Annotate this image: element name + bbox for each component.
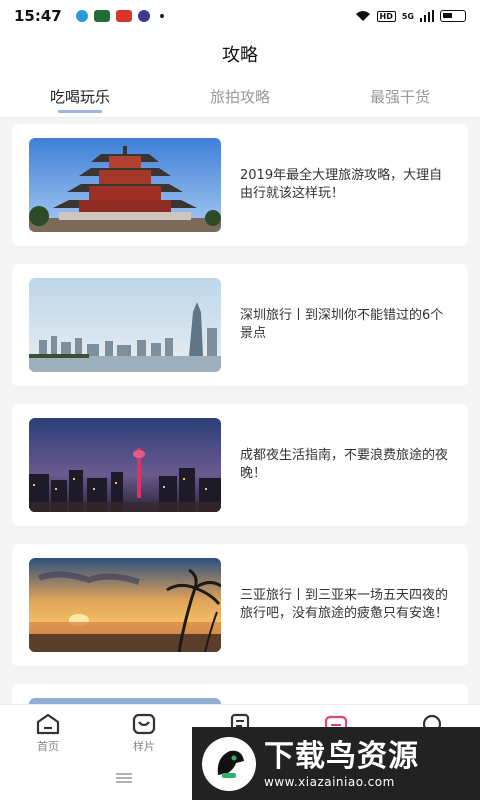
article-title: 深圳旅行丨到深圳你不能错过的6个景点 (240, 308, 444, 341)
app-notification-icon (75, 10, 88, 22)
article-card[interactable]: 三亚旅行丨到三亚来一场五天四夜的旅行吧，没有旅途的疲惫只有安逸！ (12, 544, 468, 666)
app-notification-icon (137, 10, 150, 22)
nav-home-label: 首页 (37, 740, 59, 753)
city-skyline-photo (29, 278, 221, 372)
page-header: 攻略 (0, 32, 480, 76)
pavilion-image (29, 138, 221, 232)
category-tabs: 吃喝玩乐 旅拍攻略 最强干货 (0, 76, 480, 118)
nav-samples[interactable]: 样片 (96, 705, 192, 759)
tab-best-tips[interactable]: 最强干货 (320, 76, 480, 117)
nav-samples-label: 样片 (133, 740, 155, 753)
sunset-beach-image (29, 558, 221, 652)
article-card[interactable] (12, 684, 468, 704)
status-indicators: HD 5G (355, 10, 466, 22)
night-city-image (29, 418, 221, 512)
tab-eat-drink-play[interactable]: 吃喝玩乐 (0, 76, 160, 117)
watermark-url: www.xiazainiao.com (264, 774, 395, 789)
battery-icon (440, 10, 466, 22)
pavilion-photo (29, 138, 221, 232)
article-title: 2019年最全大理旅游攻略，大理自由行就该这样玩！ (240, 168, 443, 201)
article-card[interactable]: 2019年最全大理旅游攻略，大理自由行就该这样玩！ (12, 124, 468, 246)
hd-badge: HD (376, 10, 396, 22)
tab-travel-photo-guide[interactable]: 旅拍攻略 (160, 76, 320, 117)
status-time: 15:47 (14, 7, 62, 25)
article-card[interactable]: 深圳旅行丨到深圳你不能错过的6个景点 (12, 264, 468, 386)
sunset-beach-photo (29, 558, 221, 652)
article-card[interactable]: 成都夜生活指南，不要浪费旅途的夜晚！ (12, 404, 468, 526)
article-title: 成都夜生活指南，不要浪费旅途的夜晚！ (240, 448, 449, 481)
samples-icon (132, 713, 156, 735)
watermark-banner: 下载鸟资源 www.xiazainiao.com (192, 727, 480, 800)
article-title: 三亚旅行丨到三亚来一场五天四夜的旅行吧，没有旅途的疲惫只有安逸！ (240, 588, 449, 621)
home-icon (36, 713, 60, 735)
status-bar: 15:47 HD 5G (0, 0, 480, 32)
app-notification-icon (93, 10, 110, 22)
watermark-title: 下载鸟资源 (264, 738, 419, 774)
menu-icon[interactable] (116, 773, 132, 783)
night-city-photo (29, 418, 221, 512)
bird-logo-icon (202, 736, 256, 791)
page-title: 攻略 (222, 45, 258, 66)
skyline-image (29, 278, 221, 372)
notification-icons (75, 10, 164, 22)
more-notifications-icon (159, 14, 164, 18)
article-list: 2019年最全大理旅游攻略，大理自由行就该这样玩！ 深圳旅行丨到深圳你不能错过的… (0, 118, 480, 704)
app-notification-icon (115, 10, 132, 22)
nav-home[interactable]: 首页 (0, 705, 96, 759)
signal-icon (420, 10, 434, 22)
wifi-icon (355, 11, 370, 21)
signal-label: 5G (401, 11, 414, 21)
